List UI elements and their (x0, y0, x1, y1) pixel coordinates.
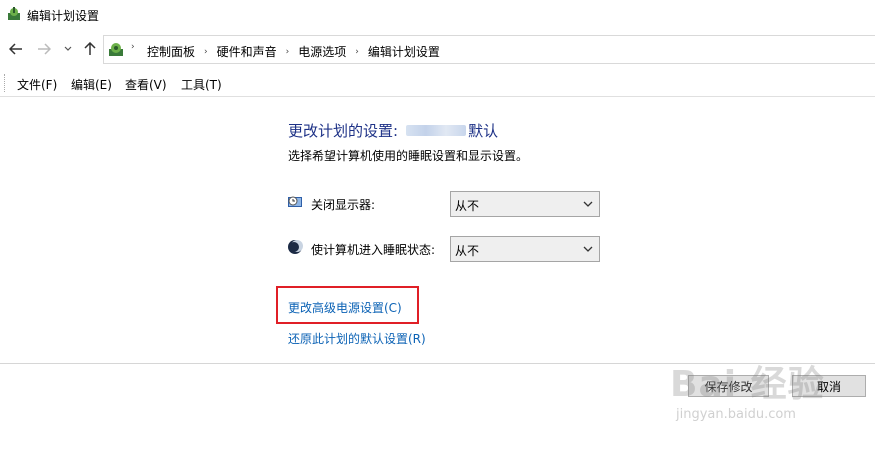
forward-arrow-icon[interactable] (36, 41, 52, 57)
watermark: Bai 经验 jingyan.baidu.com (670, 355, 870, 435)
navigation-bar: › 控制面板 › 硬件和声音 › 电源选项 › 编辑计划设置 (0, 33, 875, 65)
chevron-down-icon (583, 246, 593, 252)
sleep-value: 从不 (455, 244, 480, 258)
watermark-logo: Bai 经验 (670, 364, 825, 405)
moon-sleep-icon (288, 240, 303, 254)
plan-name-redacted (406, 125, 467, 136)
page-title-prefix: 更改计划的设置: (288, 122, 399, 140)
page-title-suffix: 默认 (468, 122, 499, 140)
breadcrumb-separator: › (131, 42, 135, 52)
chevron-down-icon (583, 201, 593, 207)
menu-bar: 文件(F) 编辑(E) 查看(V) 工具(T) (0, 70, 875, 97)
page-subtitle: 选择希望计算机使用的睡眠设置和显示设置。 (288, 149, 529, 163)
breadcrumb-item-edit-plan[interactable]: 编辑计划设置 (368, 43, 440, 60)
breadcrumb-item-hardware-sound[interactable]: 硬件和声音 (217, 43, 277, 60)
power-options-icon (8, 7, 20, 20)
menu-grip (4, 74, 6, 92)
menu-file[interactable]: 文件(F) (17, 76, 57, 93)
address-bar[interactable]: › 控制面板 › 硬件和声音 › 电源选项 › 编辑计划设置 (103, 35, 875, 64)
sleep-label: 使计算机进入睡眠状态: (311, 243, 436, 257)
menu-tools[interactable]: 工具(T) (181, 76, 222, 93)
window-title: 编辑计划设置 (27, 9, 100, 23)
breadcrumb-item-power-options[interactable]: 电源选项 (298, 43, 346, 60)
menu-edit[interactable]: 编辑(E) (71, 76, 112, 93)
breadcrumb-separator[interactable]: › (355, 47, 359, 57)
main-content: 更改计划的设置: 默认 选择希望计算机使用的睡眠设置和显示设置。 关闭显示器: … (0, 98, 875, 363)
title-bar: 编辑计划设置 (0, 0, 875, 30)
up-arrow-icon[interactable] (82, 41, 98, 57)
menu-view[interactable]: 查看(V) (125, 76, 167, 93)
sleep-select[interactable]: 从不 (450, 236, 600, 262)
breadcrumb-separator[interactable]: › (286, 47, 290, 57)
display-timer-icon (288, 196, 302, 207)
breadcrumb: 控制面板 › 硬件和声音 › 电源选项 › 编辑计划设置 (147, 43, 440, 60)
display-off-value: 从不 (455, 199, 480, 213)
breadcrumb-separator[interactable]: › (204, 47, 208, 57)
watermark-url: jingyan.baidu.com (676, 407, 796, 422)
control-panel-icon (109, 43, 123, 56)
advanced-power-settings-link[interactable]: 更改高级电源设置(C) (288, 299, 402, 316)
display-off-label: 关闭显示器: (311, 198, 376, 212)
back-arrow-icon[interactable] (8, 41, 24, 57)
page-title: 更改计划的设置: 默认 (288, 120, 498, 141)
breadcrumb-item-control-panel[interactable]: 控制面板 (147, 43, 195, 60)
display-off-select[interactable]: 从不 (450, 191, 600, 217)
chevron-down-icon[interactable] (60, 41, 76, 57)
restore-defaults-link[interactable]: 还原此计划的默认设置(R) (288, 330, 426, 347)
